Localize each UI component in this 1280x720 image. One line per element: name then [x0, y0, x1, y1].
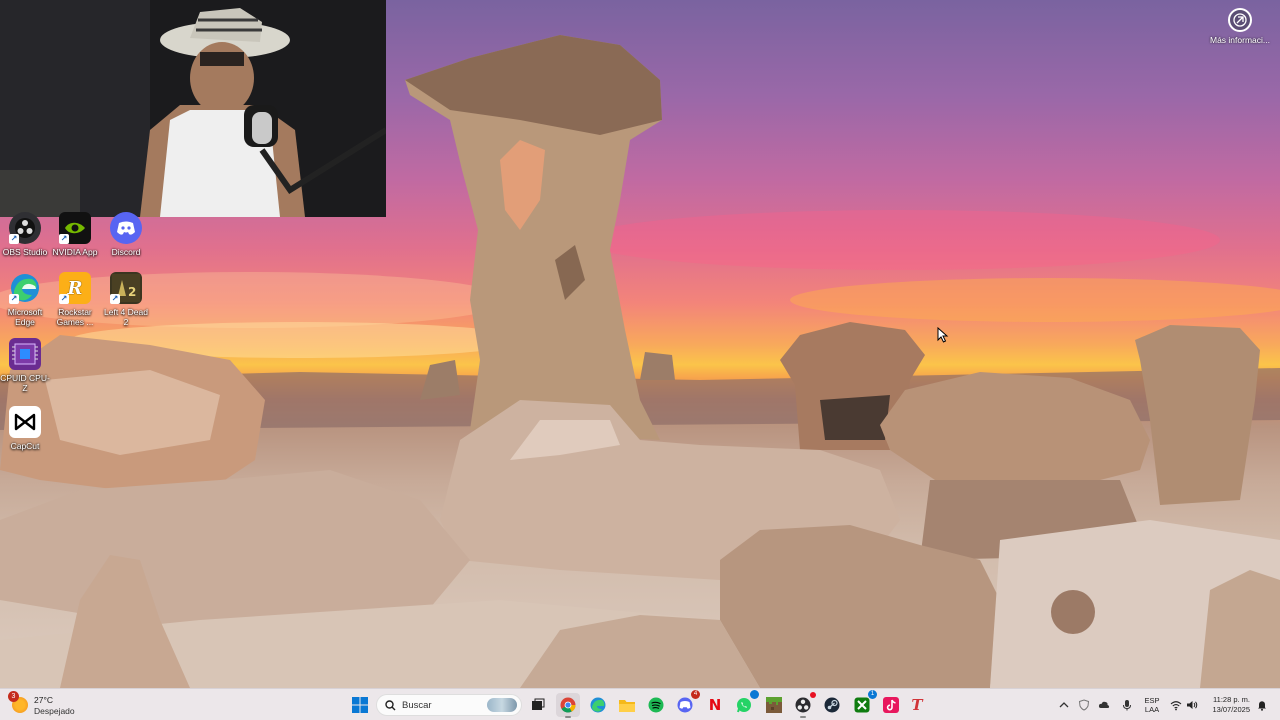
minecraft-icon	[766, 697, 782, 713]
weather-badge: 3	[8, 691, 19, 702]
cloud-sync-icon[interactable]	[1098, 699, 1110, 711]
folder-icon	[619, 700, 635, 712]
weather-widget[interactable]: 3 27°C Despejado	[8, 691, 75, 717]
notification-bell-icon[interactable]	[1256, 699, 1268, 711]
desktop-icon-edge[interactable]: ↗ Microsoft Edge	[0, 272, 50, 327]
start-button[interactable]	[348, 693, 372, 717]
more-info-label: Más informaci...	[1210, 35, 1270, 45]
edge-icon	[590, 697, 606, 713]
l4d2-icon: 2 ↗	[110, 272, 142, 304]
webcam-overlay	[0, 0, 386, 217]
obs-icon: ↗	[9, 212, 41, 244]
taskbar-obs[interactable]	[791, 692, 816, 718]
discord-icon	[677, 697, 693, 713]
taskbar-discord[interactable]: 4	[673, 690, 700, 717]
netflix-icon: N	[708, 696, 722, 714]
microphone-icon[interactable]	[1121, 699, 1133, 711]
discord-notification-badge: 4	[691, 690, 700, 699]
chrome-icon	[560, 697, 576, 713]
webcam-feed-image	[0, 0, 386, 217]
tiktok-icon	[883, 697, 899, 713]
desktop-icon-label: Rockstar Games ...	[56, 307, 94, 327]
more-info-button[interactable]: Más informaci...	[1210, 8, 1270, 45]
search-icon	[385, 699, 396, 710]
sun-icon: 3	[8, 691, 28, 713]
xbox-icon	[854, 697, 870, 713]
taskbar-text-app[interactable]: T	[905, 693, 929, 717]
desktop-icon-label: Discord	[111, 247, 141, 257]
desktop-icon-label: CPUID CPU-Z	[0, 373, 50, 393]
weather-temperature: 27°C	[34, 694, 53, 705]
edge-icon: ↗	[9, 272, 41, 304]
windows-start-icon	[352, 697, 368, 713]
desktop-icon-capcut[interactable]: CapCut	[0, 406, 50, 451]
taskbar: 3 27°C Despejado Buscar 4 N • 1 T ESP LA…	[0, 688, 1280, 720]
obs-icon	[795, 697, 811, 713]
steam-icon	[824, 697, 840, 713]
taskbar-minecraft[interactable]	[762, 693, 786, 717]
cpuz-icon	[9, 338, 41, 370]
task-view-button[interactable]	[526, 693, 550, 717]
shield-icon[interactable]	[1078, 699, 1090, 711]
whatsapp-icon	[737, 698, 751, 713]
camera-info-icon	[1228, 8, 1252, 32]
search-placeholder: Buscar	[402, 699, 432, 711]
desktop-icon-rockstar[interactable]: R ↗ Rockstar Games ...	[50, 272, 100, 327]
desktop-icon-obs[interactable]: ↗ OBS Studio	[0, 212, 50, 257]
taskbar-tiktok[interactable]	[879, 693, 903, 717]
taskbar-xbox[interactable]: 1	[850, 690, 877, 717]
volume-icon[interactable]	[1186, 699, 1198, 711]
desktop-icon-cpuz[interactable]: CPUID CPU-Z	[0, 338, 50, 393]
taskbar-search-box[interactable]: Buscar	[376, 694, 522, 716]
taskbar-whatsapp[interactable]: •	[732, 690, 759, 717]
taskbar-edge[interactable]	[586, 693, 610, 717]
nvidia-icon: ↗	[59, 212, 91, 244]
desktop-icon-label: NVIDIA App	[52, 247, 98, 257]
desktop-icon-discord[interactable]: Discord	[101, 212, 151, 257]
task-view-icon	[532, 698, 545, 710]
search-highlight-image	[487, 698, 517, 712]
taskbar-chrome[interactable]	[556, 693, 580, 718]
text-app-icon: T	[911, 696, 923, 714]
desktop-icon-label: CapCut	[10, 441, 40, 451]
taskbar-file-explorer[interactable]	[615, 693, 639, 717]
wifi-icon[interactable]	[1170, 699, 1182, 711]
language-code: ESP	[1144, 696, 1160, 705]
obs-recording-dot	[810, 692, 816, 698]
keyboard-layout-code: LAA	[1144, 705, 1160, 714]
spotify-icon	[648, 697, 664, 713]
input-language-indicator[interactable]: ESP LAA	[1141, 696, 1163, 714]
mouse-cursor-icon	[937, 327, 949, 343]
taskbar-netflix[interactable]: N	[703, 693, 727, 717]
desktop-icon-nvidia[interactable]: ↗ NVIDIA App	[50, 212, 100, 257]
whatsapp-notification-badge: •	[750, 690, 759, 699]
svg-text:2: 2	[128, 285, 136, 299]
taskbar-spotify[interactable]	[644, 693, 668, 717]
desktop-icon-left4dead2[interactable]: 2 ↗ Left 4 Dead 2	[101, 272, 151, 327]
rockstar-icon: R ↗	[59, 272, 91, 304]
capcut-icon	[9, 406, 41, 438]
discord-icon	[110, 212, 142, 244]
xbox-notification-badge: 1	[868, 690, 877, 699]
weather-condition: Despejado	[34, 705, 75, 716]
desktop-icon-label: Microsoft Edge	[7, 307, 43, 327]
desktop-icon-label: Left 4 Dead 2	[104, 307, 148, 327]
chevron-up-icon[interactable]	[1058, 699, 1070, 711]
desktop-icon-label: OBS Studio	[2, 247, 48, 257]
clock-time: 11:28 p. m.	[1213, 695, 1250, 704]
clock-date: 13/07/2025	[1212, 705, 1250, 714]
taskbar-clock[interactable]: 11:28 p. m. 13/07/2025	[1200, 695, 1250, 715]
taskbar-steam[interactable]	[820, 693, 844, 717]
